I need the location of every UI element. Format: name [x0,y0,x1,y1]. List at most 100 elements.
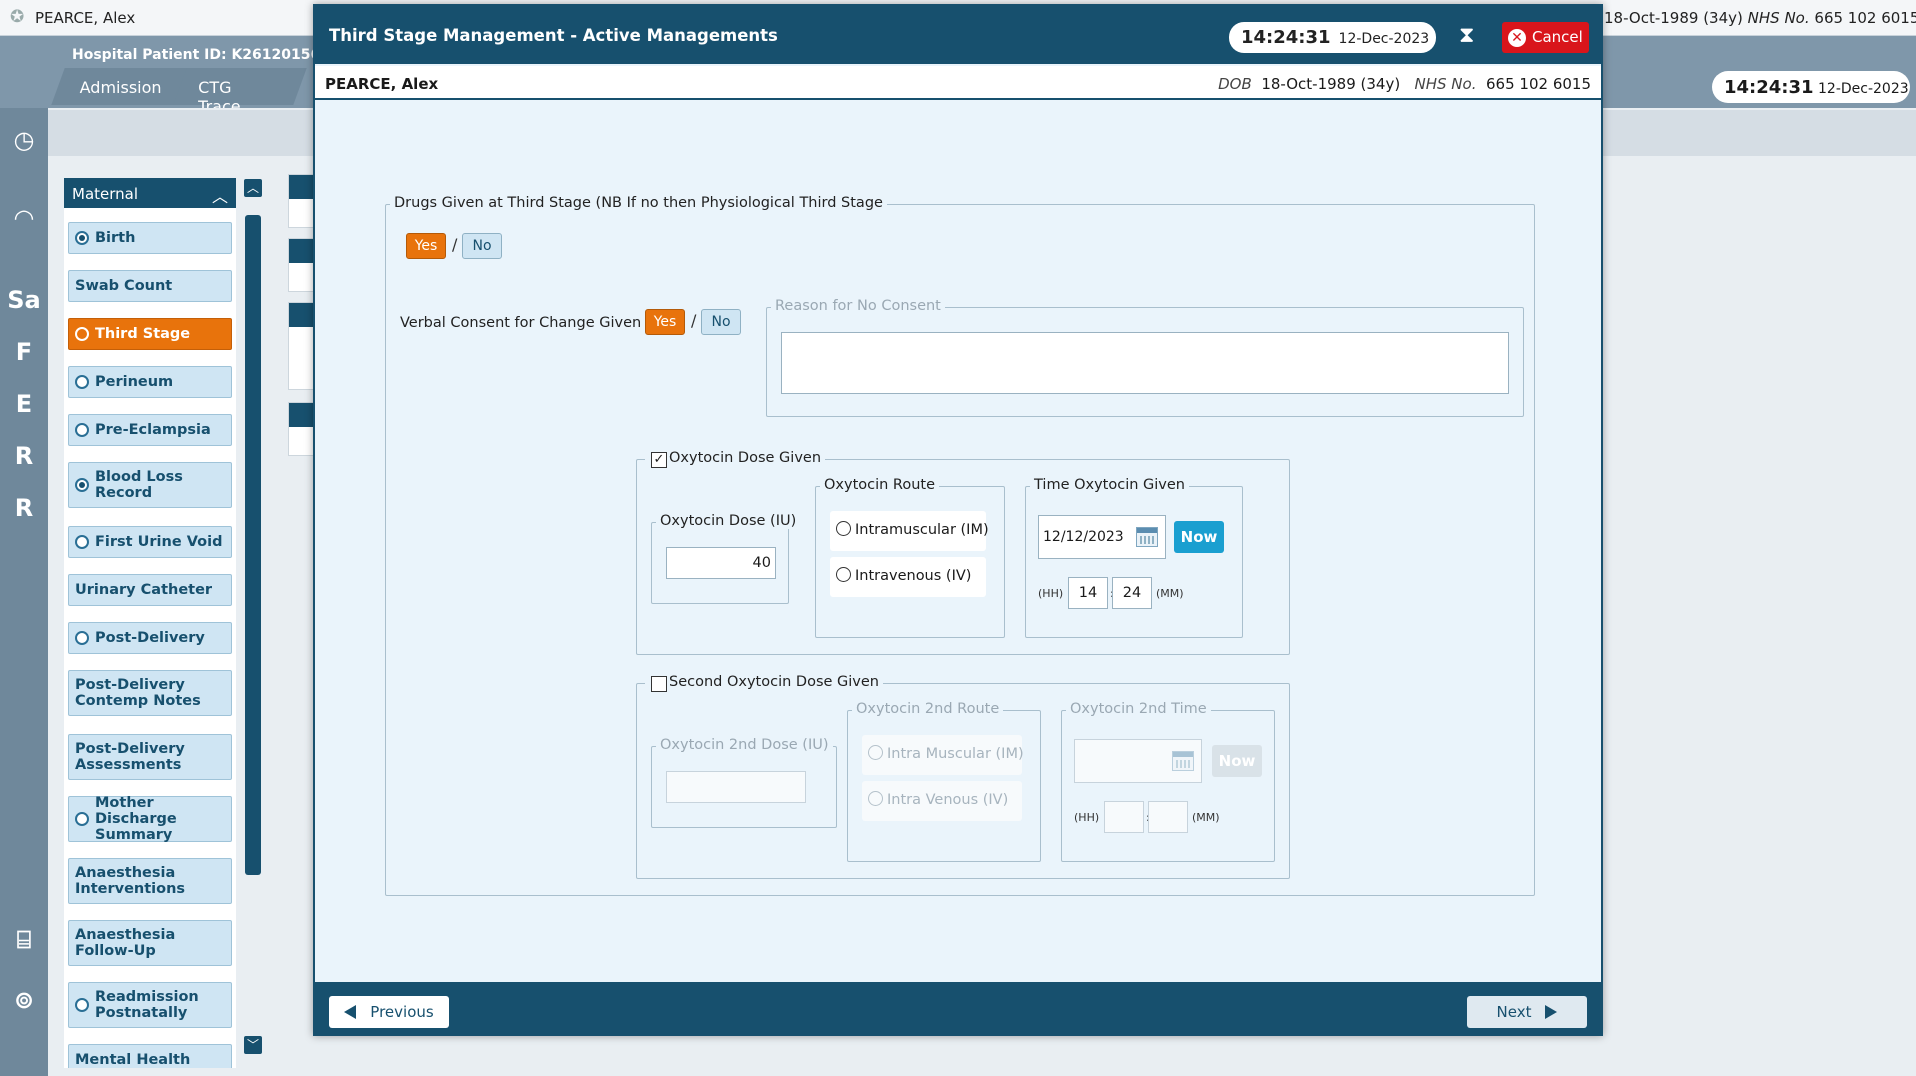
oxy2-hh-input[interactable] [1104,801,1144,833]
hh-label: (HH) [1074,811,1100,824]
toolbar-f[interactable]: F [4,332,44,372]
sidebar-item[interactable]: Post-Delivery Assessments [68,734,232,780]
left-toolbar: ◷ ◠ Sa F E R R ⌸ ⊚ [0,108,48,1076]
radio-circle-icon [836,521,851,536]
sidebar-item[interactable]: Birth [68,222,232,254]
sidebar-item[interactable]: Readmission Postnatally [68,982,232,1028]
sidebar-header[interactable]: Maternal ︿ [64,178,236,208]
radio-icon [75,998,89,1012]
sidebar-item[interactable]: Mother Discharge Summary [68,795,232,843]
second-oxytocin-fieldset: Second Oxytocin Dose Given Oxytocin 2nd … [636,674,1290,879]
filter-icon[interactable]: ⧗ [1459,23,1474,48]
dialog-title-bar: Third Stage Management - Active Manageme… [315,6,1601,64]
oxy2-dose-fieldset: Oxytocin 2nd Dose (IU) [651,737,837,828]
drugs-yes-button[interactable]: Yes [406,233,446,259]
oxy-route-legend: Oxytocin Route [820,477,940,493]
radio-circle-icon [868,791,883,806]
patient-star-icon[interactable]: ✪ [10,7,24,27]
sidebar-item[interactable]: Urinary Catheter [68,574,232,606]
sidebar-item[interactable]: Anaesthesia Follow-Up [68,920,232,966]
radio-icon [75,631,89,645]
sidebar-item-label: Perineum [95,374,174,390]
toolbar-sa[interactable]: Sa [4,280,44,320]
cancel-button[interactable]: ✕ Cancel [1502,22,1589,53]
radio-circle-icon [836,567,851,582]
reason-textarea[interactable] [781,332,1509,394]
consent-no-button[interactable]: No [701,309,741,335]
clock-icon[interactable]: ◷ [4,120,44,160]
calendar-icon[interactable] [1136,527,1158,547]
radio-icon [75,327,89,341]
sidebar-item[interactable]: Swab Count [68,270,232,302]
search-icon[interactable]: ⊚ [4,980,44,1020]
route2-im-radio[interactable]: Intra Muscular (IM) [862,735,1024,775]
oxy-dose-input[interactable]: 40 [666,547,776,579]
sidebar-item-label: Blood Loss Record [95,469,183,501]
radio-icon [75,535,89,549]
dialog-patient-name: PEARCE, Alex [325,75,439,93]
drugs-no-button[interactable]: No [462,233,502,259]
radio-icon [75,478,89,492]
bg-card [288,238,316,292]
oxy-mm-input[interactable]: 24 [1112,577,1152,609]
second-oxytocin-checkbox[interactable] [651,676,667,692]
oxy-time-fieldset: Time Oxytocin Given 12/12/2023 Now (HH) … [1025,477,1243,638]
second-oxytocin-label: Second Oxytocin Dose Given [669,674,879,690]
toolbar-e[interactable]: E [4,384,44,424]
sidebar-scrollbar[interactable] [245,215,261,875]
oxytocin-label: Oxytocin Dose Given [669,450,822,466]
scroll-down-button[interactable]: ﹀ [244,1036,262,1054]
close-icon: ✕ [1508,29,1526,47]
previous-button[interactable]: Previous [329,996,449,1028]
oxy-hh-input[interactable]: 14 [1068,577,1108,609]
sidebar-item[interactable]: First Urine Void [68,526,232,558]
third-stage-dialog: Third Stage Management - Active Manageme… [313,4,1603,1036]
oxy2-dose-input[interactable] [666,771,806,803]
toolbar-r1[interactable]: R [4,436,44,476]
tab-ctg-trace[interactable]: CTG Trace [173,68,307,116]
route-im-radio[interactable]: Intramuscular (IM) [830,511,989,551]
sidebar-item[interactable]: Anaesthesia Interventions [68,858,232,904]
bg-card [288,302,316,390]
arrow-left-icon [344,1005,357,1019]
sidebar-item[interactable]: Pre-Eclampsia [68,414,232,446]
consent-slash: / [691,311,697,330]
sidebar-item-label: Anaesthesia Interventions [75,865,186,897]
oxy2-time-fieldset: Oxytocin 2nd Time Now (HH) : (MM) [1061,701,1275,862]
mm-label: (MM) [1192,811,1220,824]
chevron-up-icon[interactable]: ︿ [212,183,228,207]
route2-iv-radio[interactable]: Intra Venous (IV) [862,781,1022,821]
sidebar-item[interactable]: Post-Delivery [68,622,232,654]
bg-card [288,402,316,456]
mm-label: (MM) [1156,587,1184,600]
maternal-sidebar: Maternal ︿ Birth Swab Count Third Stage Per… [64,178,236,1068]
drugs-slash: / [452,235,458,254]
app-patient-name: PEARCE, Alex [35,9,136,27]
sidebar-item[interactable]: Blood Loss Record [68,462,232,508]
consent-yes-button[interactable]: Yes [645,309,685,335]
presentation-icon[interactable]: ⌸ [4,920,44,960]
sidebar-item-label: Anaesthesia Follow-Up [75,927,176,959]
oxy-dose-legend: Oxytocin Dose (IU) [656,513,801,529]
calendar-icon[interactable] [1172,751,1194,771]
reason-fieldset: Reason for No Consent [766,298,1524,417]
sidebar-item[interactable]: Perineum [68,366,232,398]
sidebar-item[interactable]: Post-Delivery Contemp Notes [68,670,232,716]
sidebar-item[interactable]: Mental Health [68,1044,232,1068]
tab-admission[interactable]: Admission [51,68,189,105]
oxytocin-checkbox[interactable]: ✓ [651,452,667,468]
dialog-footer: Previous Next [315,982,1601,1034]
oxy2-now-button[interactable]: Now [1212,745,1262,777]
next-button[interactable]: Next [1467,996,1587,1028]
sidebar-item-label: Post-Delivery Assessments [75,741,185,773]
oxy-now-button[interactable]: Now [1174,521,1224,553]
oxy2-mm-input[interactable] [1148,801,1188,833]
scroll-up-button[interactable]: ︿ [244,179,262,197]
toolbar-r2[interactable]: R [4,488,44,528]
sidebar-header-label: Maternal [72,185,139,203]
dashboard-icon[interactable]: ◠ [4,198,44,238]
radio-icon [75,423,89,437]
sidebar-item[interactable]: Third Stage [68,318,232,350]
route-iv-radio[interactable]: Intravenous (IV) [830,557,986,597]
oxy-time-legend: Time Oxytocin Given [1030,477,1189,493]
